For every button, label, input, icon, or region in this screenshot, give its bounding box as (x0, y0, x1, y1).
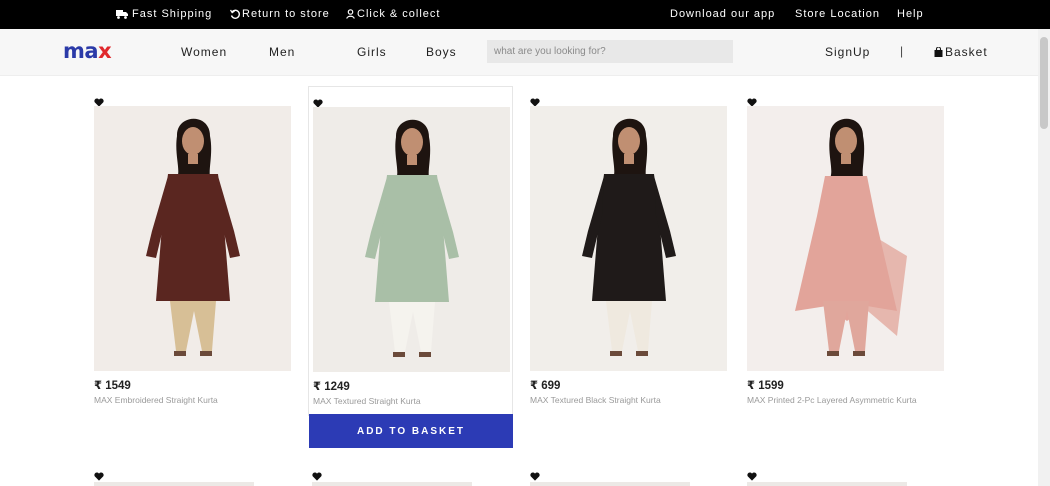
download-app-link[interactable]: Download our app (670, 8, 775, 20)
top-bar: Fast Shipping Return to store Click & co… (0, 0, 1050, 29)
page-scrollbar[interactable] (1038, 29, 1050, 486)
heart-icon[interactable] (747, 468, 757, 481)
product-image[interactable] (94, 482, 254, 486)
heart-icon[interactable] (530, 468, 540, 481)
header-separator: | (900, 44, 904, 58)
product-name[interactable]: MAX Printed 2-Pc Layered Asymmetric Kurt… (747, 395, 917, 405)
product-name[interactable]: MAX Textured Black Straight Kurta (530, 395, 661, 405)
fast-shipping-label: Fast Shipping (132, 8, 213, 20)
heart-icon[interactable] (530, 94, 540, 107)
fast-shipping-link[interactable]: Fast Shipping (116, 8, 212, 20)
logo-text-x: x (98, 39, 112, 63)
product-price: ₹ 699 (530, 380, 561, 392)
return-to-store-link[interactable]: Return to store (230, 8, 330, 20)
bag-icon (934, 47, 943, 57)
basket-label: Basket (945, 45, 988, 59)
heart-icon[interactable] (312, 468, 322, 481)
logo-text: ma (63, 39, 99, 63)
nav-women[interactable]: Women (181, 45, 227, 59)
product-name[interactable]: MAX Embroidered Straight Kurta (94, 395, 218, 405)
return-icon (230, 9, 240, 19)
heart-icon[interactable] (94, 94, 104, 107)
click-collect-link[interactable]: Click & collect (346, 8, 440, 20)
scrollbar-thumb[interactable] (1040, 37, 1048, 129)
product-image[interactable] (530, 106, 727, 371)
store-location-label: Store Location (795, 8, 880, 20)
product-price: ₹ 1249 (313, 381, 350, 393)
heart-icon[interactable] (313, 95, 323, 108)
main-header: max Women Men Girls Boys SignUp | Basket (0, 29, 1038, 76)
help-label: Help (897, 8, 924, 20)
add-to-basket-button[interactable]: ADD TO BASKET (309, 414, 513, 448)
click-collect-label: Click & collect (357, 8, 441, 20)
person-icon (346, 9, 355, 19)
product-image[interactable] (747, 482, 907, 486)
truck-icon (116, 9, 128, 19)
product-price: ₹ 1549 (94, 380, 131, 392)
heart-icon[interactable] (747, 94, 757, 107)
product-name[interactable]: MAX Textured Straight Kurta (313, 396, 421, 406)
heart-icon[interactable] (94, 468, 104, 481)
max-logo[interactable]: max (63, 39, 112, 63)
help-link[interactable]: Help (897, 8, 924, 20)
signup-link[interactable]: SignUp (825, 45, 870, 59)
product-image[interactable] (313, 107, 510, 372)
product-image[interactable] (747, 106, 944, 371)
basket-link[interactable]: Basket (934, 45, 988, 59)
return-to-store-label: Return to store (242, 8, 330, 20)
nav-men[interactable]: Men (269, 45, 295, 59)
product-card[interactable]: ₹ 1249 MAX Textured Straight Kurta (308, 86, 513, 416)
store-location-link[interactable]: Store Location (795, 8, 880, 20)
search-input[interactable] (487, 40, 733, 63)
product-image[interactable] (312, 482, 472, 486)
download-app-label: Download our app (670, 8, 776, 20)
product-price: ₹ 1599 (747, 380, 784, 392)
nav-boys[interactable]: Boys (426, 45, 457, 59)
product-image[interactable] (530, 482, 690, 486)
product-image[interactable] (94, 106, 291, 371)
nav-girls[interactable]: Girls (357, 45, 387, 59)
